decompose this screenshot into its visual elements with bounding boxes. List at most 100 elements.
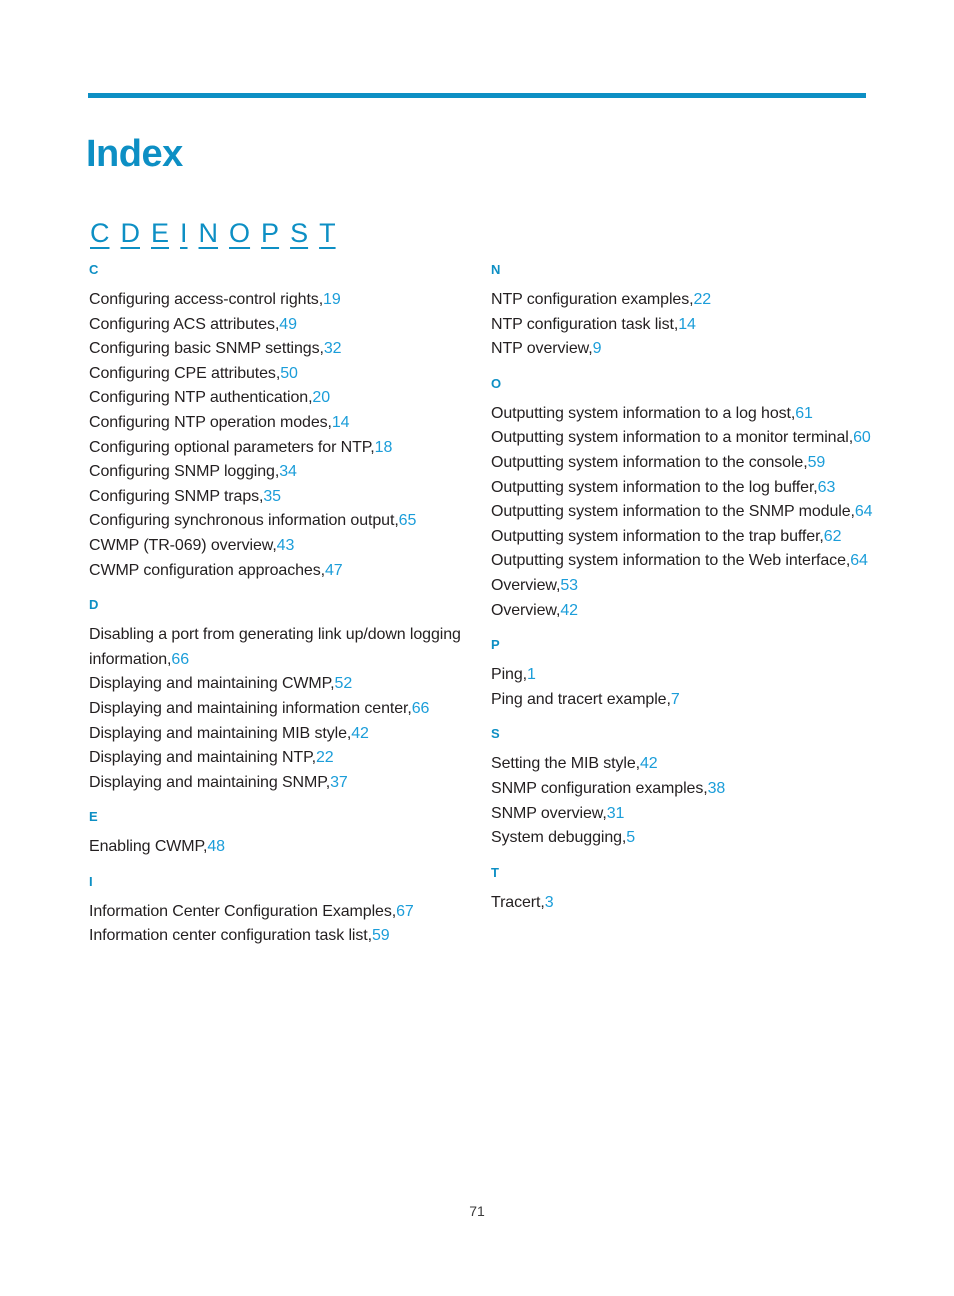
alpha-link-c[interactable]: C: [90, 218, 110, 248]
index-entry[interactable]: Configuring SNMP traps,35: [89, 485, 474, 510]
index-entry-page-link[interactable]: 50: [280, 365, 298, 382]
index-entry-page-link[interactable]: 47: [325, 562, 343, 579]
index-entry[interactable]: Configuring synchronous information outp…: [89, 509, 474, 534]
alphabet-navigation[interactable]: CDEINOPST: [90, 216, 336, 250]
index-entry-page-link[interactable]: 42: [560, 602, 578, 619]
index-entry[interactable]: Ping and tracert example,7: [491, 688, 876, 713]
index-entry[interactable]: Overview,53: [491, 574, 876, 599]
index-entry[interactable]: Configuring NTP operation modes,14: [89, 411, 474, 436]
index-entry-page-link[interactable]: 22: [316, 749, 334, 766]
index-entry[interactable]: Outputting system information to the SNM…: [491, 500, 876, 525]
index-entry[interactable]: Outputting system information to the con…: [491, 451, 876, 476]
index-entry-page-link[interactable]: 42: [640, 755, 658, 772]
index-entry-page-link[interactable]: 38: [708, 780, 726, 797]
index-entry-page-link[interactable]: 22: [693, 291, 711, 308]
index-entry-page-link[interactable]: 59: [372, 927, 390, 944]
index-entry[interactable]: Configuring optional parameters for NTP,…: [89, 436, 474, 461]
index-entry[interactable]: Configuring NTP authentication,20: [89, 386, 474, 411]
index-entry-text: Information center configuration task li…: [89, 927, 372, 945]
index-entry-text: Setting the MIB style,: [491, 755, 640, 773]
index-entry-page-link[interactable]: 42: [351, 725, 369, 742]
index-entry[interactable]: Outputting system information to the log…: [491, 476, 876, 501]
index-entry-text: Outputting system information to the Web…: [491, 552, 851, 570]
index-entry-page-link[interactable]: 67: [396, 903, 414, 920]
index-entry[interactable]: Setting the MIB style,42: [491, 752, 876, 777]
index-entry[interactable]: Outputting system information to a monit…: [491, 426, 876, 451]
index-entry[interactable]: Displaying and maintaining NTP,22: [89, 746, 474, 771]
index-entry-page-link[interactable]: 43: [277, 537, 295, 554]
alpha-link-o[interactable]: O: [229, 218, 250, 248]
index-entry[interactable]: Configuring basic SNMP settings,32: [89, 337, 474, 362]
index-entry[interactable]: Displaying and maintaining information c…: [89, 697, 474, 722]
index-entry-page-link[interactable]: 52: [335, 675, 353, 692]
index-entry-page-link[interactable]: 32: [324, 340, 342, 357]
index-entry-page-link[interactable]: 60: [853, 429, 871, 446]
index-entry-page-link[interactable]: 64: [850, 552, 868, 569]
page-title: Index: [86, 133, 183, 176]
index-entry[interactable]: CWMP configuration approaches,47: [89, 559, 474, 584]
alpha-link-s[interactable]: S: [290, 218, 308, 248]
index-entry-page-link[interactable]: 48: [207, 838, 225, 855]
index-entry[interactable]: Configuring CPE attributes,50: [89, 362, 474, 387]
index-entry[interactable]: Configuring ACS attributes,49: [89, 313, 474, 338]
index-entry[interactable]: SNMP configuration examples,38: [491, 777, 876, 802]
index-entry-page-link[interactable]: 63: [818, 479, 836, 496]
index-entry-page-link[interactable]: 3: [545, 894, 554, 911]
index-entry[interactable]: Displaying and maintaining MIB style,42: [89, 722, 474, 747]
index-entry[interactable]: Information center configuration task li…: [89, 924, 474, 949]
alpha-link-p[interactable]: P: [261, 218, 279, 248]
index-entry[interactable]: Outputting system information to the tra…: [491, 525, 876, 550]
alpha-link-e[interactable]: E: [151, 218, 169, 248]
index-entry[interactable]: Outputting system information to a log h…: [491, 402, 876, 427]
index-entry-page-link[interactable]: 7: [671, 691, 680, 708]
index-entry-page-link[interactable]: 59: [808, 454, 826, 471]
index-entry-page-link[interactable]: 20: [312, 389, 330, 406]
index-entry-page-link[interactable]: 62: [824, 528, 842, 545]
index-entry[interactable]: Enabling CWMP,48: [89, 835, 474, 860]
index-entry-page-link[interactable]: 14: [332, 414, 350, 431]
index-entry-page-link[interactable]: 61: [795, 405, 813, 422]
index-entry-page-link[interactable]: 53: [560, 577, 578, 594]
index-entry[interactable]: Configuring access-control rights,19: [89, 288, 474, 313]
index-entry-page-link[interactable]: 37: [330, 774, 348, 791]
index-entry[interactable]: Outputting system information to the Web…: [491, 549, 876, 574]
index-entry[interactable]: Ping,1: [491, 663, 876, 688]
index-entry[interactable]: Information Center Configuration Example…: [89, 900, 474, 925]
index-entry[interactable]: Displaying and maintaining SNMP,37: [89, 771, 474, 796]
index-entry-page-link[interactable]: 64: [855, 503, 873, 520]
index-entry-page-link[interactable]: 14: [678, 316, 696, 333]
index-column-left: C Configuring access-control rights,19 Con…: [89, 262, 474, 963]
index-entry[interactable]: CWMP (TR-069) overview,43: [89, 534, 474, 559]
index-entry-page-link[interactable]: 31: [607, 805, 625, 822]
index-entry-page-link[interactable]: 49: [279, 316, 297, 333]
index-entry-page-link[interactable]: 65: [399, 512, 417, 529]
index-entry-page-link[interactable]: 66: [171, 651, 189, 668]
section-letter-heading: N: [491, 262, 501, 277]
index-entry-page-link[interactable]: 5: [626, 829, 635, 846]
index-entry[interactable]: SNMP overview,31: [491, 802, 876, 827]
index-entry[interactable]: Configuring SNMP logging,34: [89, 460, 474, 485]
index-entry-page-link[interactable]: 66: [412, 700, 430, 717]
index-entry-page-link[interactable]: 35: [263, 488, 281, 505]
alpha-link-i[interactable]: I: [180, 218, 188, 248]
index-entry[interactable]: NTP overview,9: [491, 337, 876, 362]
alpha-link-d[interactable]: D: [121, 218, 141, 248]
section-letter-heading: I: [89, 873, 93, 889]
index-entry-page-link[interactable]: 9: [593, 340, 602, 357]
index-entry[interactable]: Overview,42: [491, 599, 876, 624]
index-entry-text: Displaying and maintaining NTP,: [89, 749, 316, 767]
index-entry[interactable]: System debugging,5: [491, 826, 876, 851]
index-entry-page-link[interactable]: 19: [323, 291, 341, 308]
index-entry-text: Outputting system information to a monit…: [491, 429, 854, 447]
index-entry[interactable]: NTP configuration examples,22: [491, 288, 876, 313]
index-entry-page-link[interactable]: 34: [279, 463, 297, 480]
index-entry-text: Enabling CWMP,: [89, 838, 208, 856]
index-entry[interactable]: Displaying and maintaining CWMP,52: [89, 672, 474, 697]
alpha-link-n[interactable]: N: [199, 218, 219, 248]
index-entry[interactable]: Tracert,3: [491, 891, 876, 916]
index-entry-page-link[interactable]: 18: [375, 439, 393, 456]
index-entry[interactable]: NTP configuration task list,14: [491, 313, 876, 338]
index-entry[interactable]: Disabling a port from generating link up…: [89, 623, 474, 672]
index-entry-page-link[interactable]: 1: [527, 666, 536, 683]
alpha-link-t[interactable]: T: [319, 218, 336, 248]
